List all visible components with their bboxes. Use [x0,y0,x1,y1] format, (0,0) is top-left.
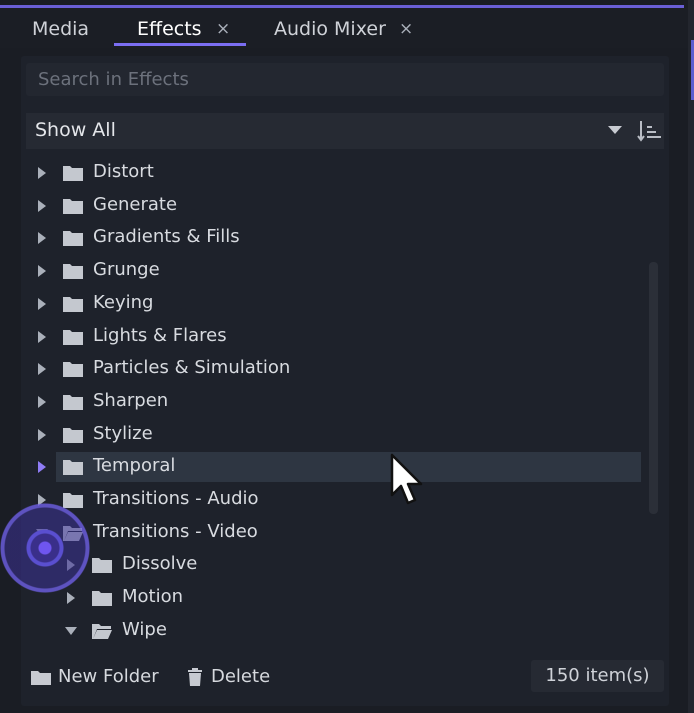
sort-icon[interactable] [637,119,663,143]
tree-row[interactable]: Grunge [26,256,646,286]
tree-row[interactable]: Motion [26,583,646,613]
tree-row[interactable]: Distort [26,158,646,188]
tree-row-label: Transitions - Video [93,520,258,542]
item-count: 150 item(s) [545,665,650,686]
tab-bar: Media Effects × Audio Mixer × [0,8,694,48]
active-tab-indicator [114,43,246,46]
tree-row-label: Generate [93,193,178,215]
tree-row[interactable]: Particles & Simulation [26,354,646,384]
folder-icon [63,329,83,345]
tree-row[interactable]: Temporal [38,452,641,483]
tab-audio-mixer-close-icon[interactable]: × [399,19,413,39]
expand-arrow-right-icon[interactable] [38,199,46,212]
tree-row[interactable]: Transitions - Video [26,518,646,548]
filter-dropdown[interactable]: Show All [26,113,664,149]
expand-arrow-right-icon[interactable] [38,330,46,343]
tree-row-label: Motion [122,586,184,608]
expand-arrow-right-icon[interactable] [67,592,75,605]
expand-arrow-right-icon[interactable] [38,297,46,310]
expand-arrow-right-icon[interactable] [38,461,46,474]
trash-icon[interactable] [187,668,203,687]
tree-row-label: Lights & Flares [93,324,227,346]
filter-selected-value: Show All [35,119,116,141]
folder-icon [63,493,83,508]
tree-row[interactable]: Keying [26,289,646,319]
tab-audio-mixer[interactable]: Audio Mixer [274,18,386,40]
tree-row[interactable]: Sharpen [26,387,646,417]
expand-arrow-right-icon[interactable] [38,363,46,376]
clipped-child-row [118,654,258,656]
search-input[interactable]: Search in Effects [26,63,664,96]
tree-row-label: Particles & Simulation [93,357,291,379]
item-count-badge: 150 item(s) [531,660,664,692]
folder-icon [63,264,83,280]
tab-effects[interactable]: Effects [137,18,202,40]
tree-row[interactable]: Wipe [26,616,646,646]
clipped-row-remnant [94,150,234,152]
expand-arrow-right-icon[interactable] [38,428,46,441]
delete-button[interactable]: Delete [211,666,270,687]
folder-icon [63,231,83,247]
mouse-cursor-icon [390,453,423,505]
folder-icon [63,198,83,214]
tree-row[interactable]: Stylize [26,420,646,450]
tree-row[interactable]: Dissolve [26,550,646,580]
scrollbar-thumb[interactable] [649,262,658,514]
panel-divider[interactable] [688,0,694,713]
effects-tree: Distort Generate Gradients & Fills Grunge Ke… [26,150,651,656]
click-indicator [0,503,90,593]
tree-row-label: Transitions - Audio [93,488,259,509]
new-folder-icon[interactable] [30,669,52,686]
tree-row[interactable]: Lights & Flares [26,322,646,352]
tree-row-label: Dissolve [122,553,198,575]
tree-row-label: Keying [93,291,154,313]
folder-icon [63,394,83,410]
tree-row-label: Distort [93,161,154,182]
expand-arrow-right-icon[interactable] [38,232,46,245]
expand-arrow-right-icon[interactable] [38,265,46,278]
tab-media[interactable]: Media [32,18,89,40]
folder-icon [92,591,112,607]
expand-arrow-right-icon[interactable] [38,167,46,179]
folder-icon [92,558,112,574]
dropdown-caret-icon[interactable] [608,126,622,134]
tree-row[interactable]: Generate [26,191,646,221]
folder-icon [63,362,83,378]
tab-effects-close-icon[interactable]: × [216,19,230,39]
tree-row-label: Sharpen [93,389,169,411]
folder-icon [63,427,83,443]
folder-icon [63,460,83,476]
folder-open-icon [92,623,112,639]
expand-arrow-down-icon[interactable] [65,626,77,635]
folder-icon [63,296,83,312]
tree-row-label: Grunge [93,259,160,281]
expand-arrow-right-icon[interactable] [38,395,46,408]
tree-row-label: Wipe [122,618,167,640]
new-folder-button[interactable]: New Folder [58,666,159,687]
tree-row-label: Stylize [93,422,153,444]
tree-row[interactable]: Gradients & Fills [26,223,646,253]
tree-row-label: Temporal [93,455,176,477]
folder-icon [63,166,83,181]
search-placeholder: Search in Effects [38,69,189,90]
tree-row[interactable]: Transitions - Audio [26,485,646,515]
tree-row-label: Gradients & Fills [93,226,240,248]
